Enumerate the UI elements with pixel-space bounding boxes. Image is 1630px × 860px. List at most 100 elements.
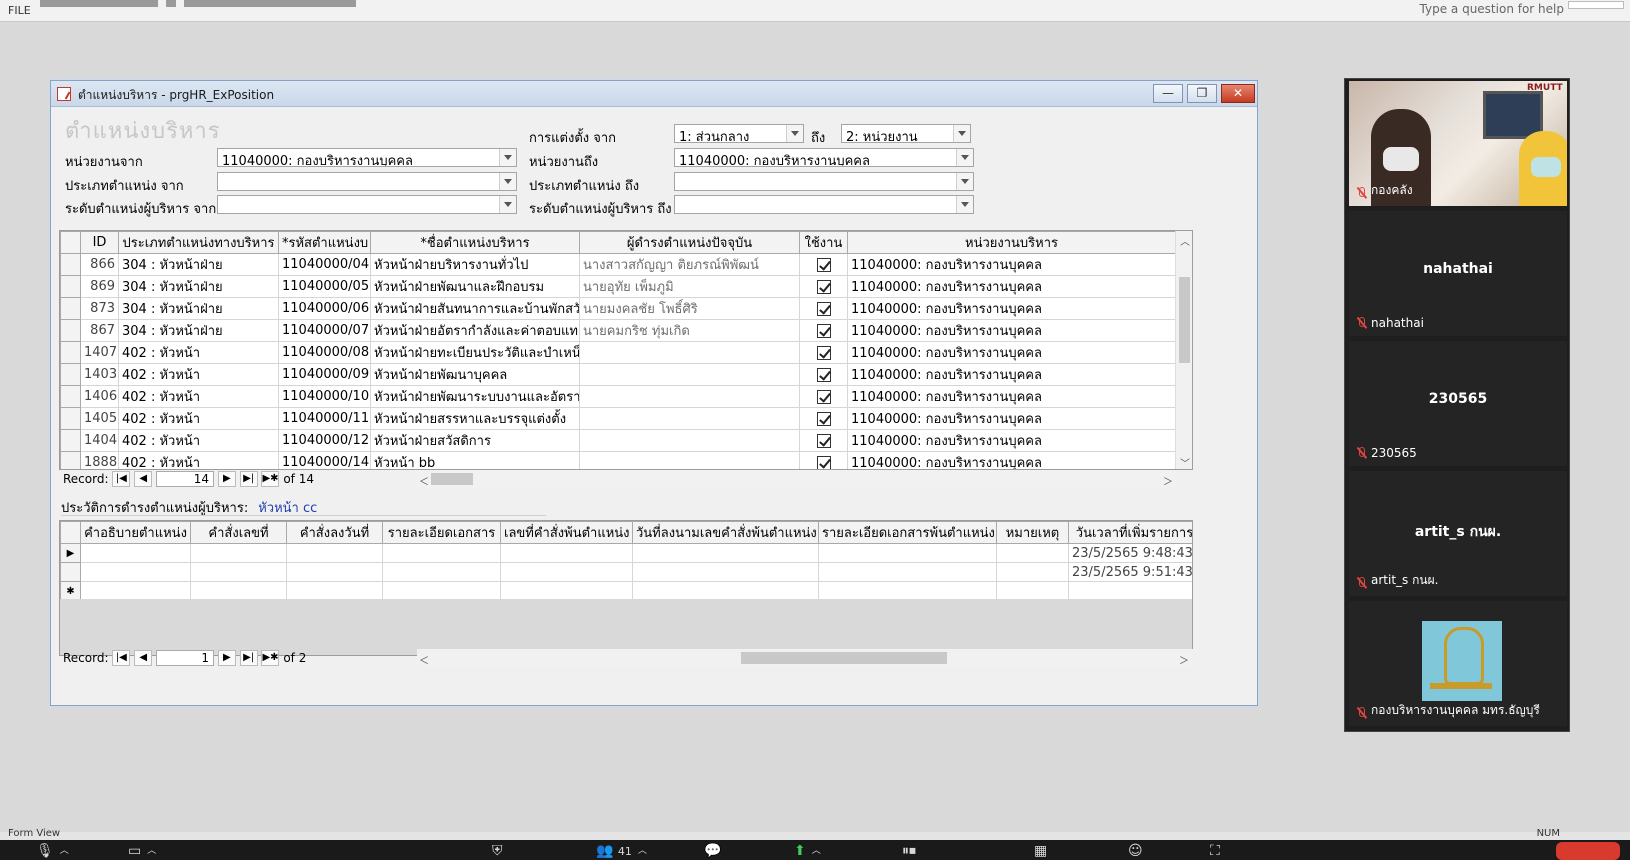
cell-active[interactable] bbox=[799, 451, 848, 469]
active-checkbox[interactable] bbox=[816, 257, 831, 272]
cell-holder[interactable] bbox=[579, 385, 800, 408]
next-record-icon[interactable]: ▶ bbox=[217, 650, 236, 666]
cell-name[interactable]: หัวหน้าฝ่ายสรรหาและบรรจุแต่งตั้ง bbox=[370, 407, 580, 430]
participant-tile[interactable]: กองบริหารงานบุคคล มทร.ธัญบุรี bbox=[1349, 601, 1567, 726]
cell-active[interactable] bbox=[799, 385, 848, 408]
column-header[interactable]: *รหัสตำแหน่งบ bbox=[278, 231, 371, 254]
cell-unit[interactable]: 11040000: กองบริหารงานบุคคล bbox=[847, 429, 1176, 452]
table-cell[interactable] bbox=[818, 581, 997, 601]
scrollbar-thumb[interactable] bbox=[741, 652, 947, 664]
table-cell[interactable] bbox=[80, 581, 191, 601]
table-row[interactable]: 1407 402 : หัวหน้า 11040000/08 หัวหน้าฝ่ายท… bbox=[60, 341, 1176, 364]
mute-icon[interactable]: 🎙 ︿ bbox=[36, 843, 69, 859]
cell-name[interactable]: หัวหน้าฝ่ายพัฒนาบุคคล bbox=[370, 363, 580, 386]
row-selector[interactable]: ▶ bbox=[60, 543, 81, 563]
prev-record-icon[interactable]: ◀ bbox=[134, 650, 153, 666]
table-cell[interactable] bbox=[818, 562, 997, 582]
active-checkbox[interactable] bbox=[816, 301, 831, 316]
ribbon-tab[interactable] bbox=[184, 0, 356, 7]
current-record-input[interactable]: 14 bbox=[156, 471, 214, 487]
reactions-icon[interactable]: ☺ bbox=[1128, 843, 1143, 859]
row-selector[interactable] bbox=[60, 451, 81, 469]
column-header[interactable]: คำสั่งลงวันที่ bbox=[286, 521, 383, 544]
pause-share-icon[interactable]: ⏸⏹ bbox=[902, 843, 916, 859]
table-cell[interactable] bbox=[500, 562, 633, 582]
appoint-from-combo[interactable]: 1: ส่วนกลาง bbox=[674, 124, 804, 143]
cell-unit[interactable]: 11040000: กองบริหารงานบุคคล bbox=[847, 319, 1176, 342]
table-row[interactable]: 867 304 : หัวหน้าฝ่าย 11040000/07 หัวหน้าฝ่… bbox=[60, 319, 1176, 342]
cell-code[interactable]: 11040000/08 bbox=[278, 341, 371, 364]
cell-code[interactable]: 11040000/05 bbox=[278, 275, 371, 298]
cell-holder[interactable]: นายอุทัย เพ็มภูมิ bbox=[579, 275, 800, 298]
chevron-up-icon[interactable]: ︿ bbox=[147, 846, 156, 856]
unit-to-combo[interactable]: 11040000: กองบริหารงานบุคคล bbox=[674, 148, 974, 167]
new-record-icon[interactable]: ▶✱ bbox=[261, 650, 280, 666]
level-to-combo[interactable] bbox=[674, 195, 974, 214]
horizontal-scrollbar[interactable]: ＜ ＞ bbox=[417, 470, 1177, 488]
active-checkbox[interactable] bbox=[816, 389, 831, 404]
horizontal-scrollbar[interactable]: ＜ ＞ bbox=[417, 649, 1193, 667]
cell-code[interactable]: 11040000/06 bbox=[278, 297, 371, 320]
scroll-left-icon[interactable]: ＜ bbox=[419, 473, 429, 488]
cell-holder[interactable] bbox=[579, 429, 800, 452]
cell-code[interactable]: 11040000/07 bbox=[278, 319, 371, 342]
row-selector[interactable] bbox=[60, 275, 81, 298]
dropdown-arrow-icon[interactable] bbox=[956, 196, 973, 213]
cell-active[interactable] bbox=[799, 341, 848, 364]
table-cell[interactable] bbox=[382, 543, 501, 563]
table-cell[interactable] bbox=[382, 581, 501, 601]
participant-tile[interactable]: artit_s กนผ. artit_s กนผ. bbox=[1349, 471, 1567, 596]
cell-active[interactable] bbox=[799, 297, 848, 320]
cell-type[interactable]: 304 : หัวหน้าฝ่าย bbox=[118, 275, 279, 298]
cell-type[interactable]: 402 : หัวหน้า bbox=[118, 451, 279, 469]
table-cell[interactable] bbox=[190, 543, 287, 563]
scroll-up-icon[interactable]: ︿ bbox=[1180, 233, 1190, 248]
cell-active[interactable] bbox=[799, 363, 848, 386]
current-record-input[interactable]: 1 bbox=[156, 650, 214, 666]
table-row[interactable]: 23/5/2565 9:51:43 I bbox=[60, 562, 1192, 582]
cell-unit[interactable]: 11040000: กองบริหารงานบุคคล bbox=[847, 297, 1176, 320]
row-selector-header[interactable] bbox=[60, 521, 81, 544]
table-row[interactable]: 1405 402 : หัวหน้า 11040000/11 หัวหน้าฝ่ายส… bbox=[60, 407, 1176, 430]
cell-type[interactable]: 304 : หัวหน้าฝ่าย bbox=[118, 297, 279, 320]
cell-id[interactable]: 1403 bbox=[80, 363, 119, 386]
dropdown-arrow-icon[interactable] bbox=[499, 149, 516, 166]
ribbon-tab[interactable] bbox=[40, 0, 158, 7]
cell-holder[interactable] bbox=[579, 363, 800, 386]
table-row[interactable]: 873 304 : หัวหน้าฝ่าย 11040000/06 หัวหน้าฝ่… bbox=[60, 297, 1176, 320]
unit-from-combo[interactable]: 11040000: กองบริหารงานบุคคล bbox=[217, 148, 517, 167]
cell-id[interactable]: 1404 bbox=[80, 429, 119, 452]
scrollbar-thumb[interactable] bbox=[1179, 277, 1190, 363]
last-record-icon[interactable]: ▶| bbox=[239, 650, 258, 666]
table-cell[interactable] bbox=[996, 581, 1069, 601]
cell-name[interactable]: หัวหน้าฝ่ายพัฒนาและฝึกอบรม bbox=[370, 275, 580, 298]
cell-code[interactable]: 11040000/10 bbox=[278, 385, 371, 408]
cell-holder[interactable] bbox=[579, 407, 800, 430]
column-header[interactable]: หน่วยงานบริหาร bbox=[847, 231, 1176, 254]
participants-icon[interactable]: 👥 41 ︿ bbox=[596, 843, 647, 859]
row-selector[interactable] bbox=[60, 319, 81, 342]
maximize-button[interactable]: ❐ bbox=[1187, 84, 1217, 103]
cell-code[interactable]: 11040000/04 bbox=[278, 253, 371, 276]
cell-code[interactable]: 11040000/12 bbox=[278, 429, 371, 452]
cell-id[interactable]: 1407 bbox=[80, 341, 119, 364]
table-row[interactable]: ▶ 23/5/2565 9:48:43 I bbox=[60, 543, 1192, 563]
type-from-combo[interactable] bbox=[217, 172, 517, 191]
cell-unit[interactable]: 11040000: กองบริหารงานบุคคล bbox=[847, 385, 1176, 408]
row-selector[interactable] bbox=[60, 341, 81, 364]
cell-code[interactable]: 11040000/09 bbox=[278, 363, 371, 386]
cell-active[interactable] bbox=[799, 275, 848, 298]
security-shield-icon[interactable]: ⛨ bbox=[492, 843, 503, 859]
cell-unit[interactable]: 11040000: กองบริหารงานบุคคล bbox=[847, 341, 1176, 364]
cell-id[interactable]: 1888 bbox=[80, 451, 119, 469]
table-cell[interactable] bbox=[190, 581, 287, 601]
cell-code[interactable]: 11040000/14 bbox=[278, 451, 371, 469]
dropdown-arrow-icon[interactable] bbox=[786, 125, 803, 142]
row-selector[interactable] bbox=[60, 429, 81, 452]
cell-name[interactable]: หัวหน้า bb bbox=[370, 451, 580, 469]
column-header[interactable]: วันที่ลงนามเลขคำสั่งพ้นตำแหน่ง bbox=[632, 521, 819, 544]
cell-id[interactable]: 1406 bbox=[80, 385, 119, 408]
cell-type[interactable]: 304 : หัวหน้าฝ่าย bbox=[118, 319, 279, 342]
column-header[interactable]: คำสั่งเลขที่ bbox=[190, 521, 287, 544]
scroll-right-icon[interactable]: ＞ bbox=[1163, 473, 1173, 488]
